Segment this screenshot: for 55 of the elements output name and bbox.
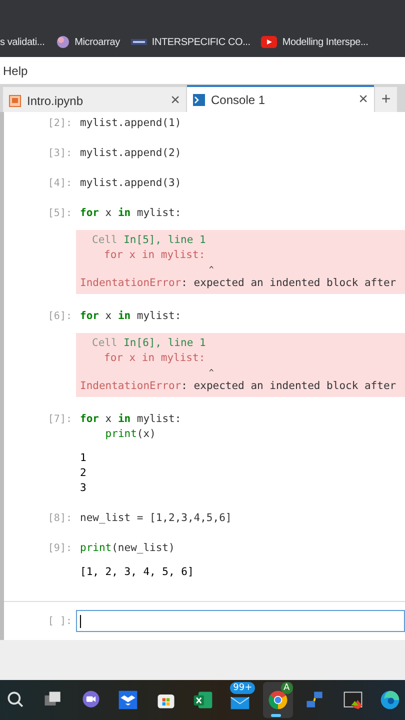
close-icon[interactable]: × (170, 92, 180, 108)
output-line: [1, 2, 3, 4, 5, 6] (80, 565, 195, 580)
code-line: mylist.append(1) (80, 116, 182, 131)
tab-label: Intro.ipynb (27, 94, 84, 108)
code-line: new_list = [1,2,3,4,5,6] (80, 511, 233, 526)
menu-item[interactable]: Help (1, 64, 30, 78)
taskbar-button[interactable]: A (263, 682, 293, 718)
tab[interactable]: Intro.ipynb × (3, 87, 186, 112)
spreadsheet-icon (192, 689, 214, 711)
tab-label: Console 1 (211, 92, 266, 106)
bookmark[interactable]: s validati... (0, 36, 45, 48)
bookmark[interactable]: INTERSPECIFIC CO... (130, 36, 250, 48)
code-line: for x in mylist: print(x) (80, 412, 182, 442)
code-line: print(new_list) (80, 541, 176, 556)
orb-icon (56, 35, 70, 49)
console-icon (342, 689, 364, 711)
terminal-icon (193, 94, 205, 106)
prompt-number: [2]: (46, 117, 73, 131)
prompt-number: [3]: (46, 147, 73, 161)
code-line: for x in mylist: (80, 309, 182, 324)
notification-badge: A (280, 682, 293, 694)
play-icon (261, 36, 278, 48)
code-line: mylist.append(2) (80, 146, 182, 161)
traceback-location: Cell In[5], line 1 (91, 233, 207, 248)
input-field[interactable] (76, 610, 405, 632)
code-line: for x in mylist: (80, 206, 182, 221)
prompt-number: [8]: (46, 512, 73, 526)
prompt-number: [9]: (46, 542, 73, 556)
add-tab-button[interactable]: + (375, 87, 397, 112)
prompt-number: [4]: (46, 177, 73, 191)
prompt-number: [6]: (46, 310, 73, 324)
traceback-code: for x in mylist: (103, 351, 206, 366)
error-message: IndentationError: expected an indented block after (80, 379, 398, 394)
box-icon (117, 689, 140, 711)
bookmark[interactable]: Microarray (56, 35, 120, 49)
caret-marker: ^ (208, 367, 215, 379)
output-line: 1 (80, 451, 88, 466)
traceback-code: for x in mylist: (103, 248, 206, 263)
notebook-icon (9, 94, 21, 106)
tab[interactable]: Console 1 × (187, 85, 374, 112)
output-line: 3 (80, 481, 88, 496)
bookmark[interactable]: Modelling Interspe... (261, 36, 368, 48)
code-line: mylist.append(3) (80, 176, 182, 191)
error-message: IndentationError: expected an indented block after (80, 276, 398, 291)
prompt-number: [ ]: (46, 616, 73, 626)
logo-icon (130, 38, 147, 46)
prompt-number: [5]: (46, 207, 73, 221)
close-icon[interactable]: × (358, 92, 368, 108)
browser-icon (379, 689, 402, 711)
notification-badge: 99+ (230, 682, 256, 694)
caret-marker: ^ (208, 264, 215, 276)
prompt-number: [7]: (46, 413, 73, 427)
traceback-location: Cell In[6], line 1 (91, 336, 207, 351)
browser-icon (266, 689, 289, 711)
output-line: 2 (80, 466, 88, 481)
